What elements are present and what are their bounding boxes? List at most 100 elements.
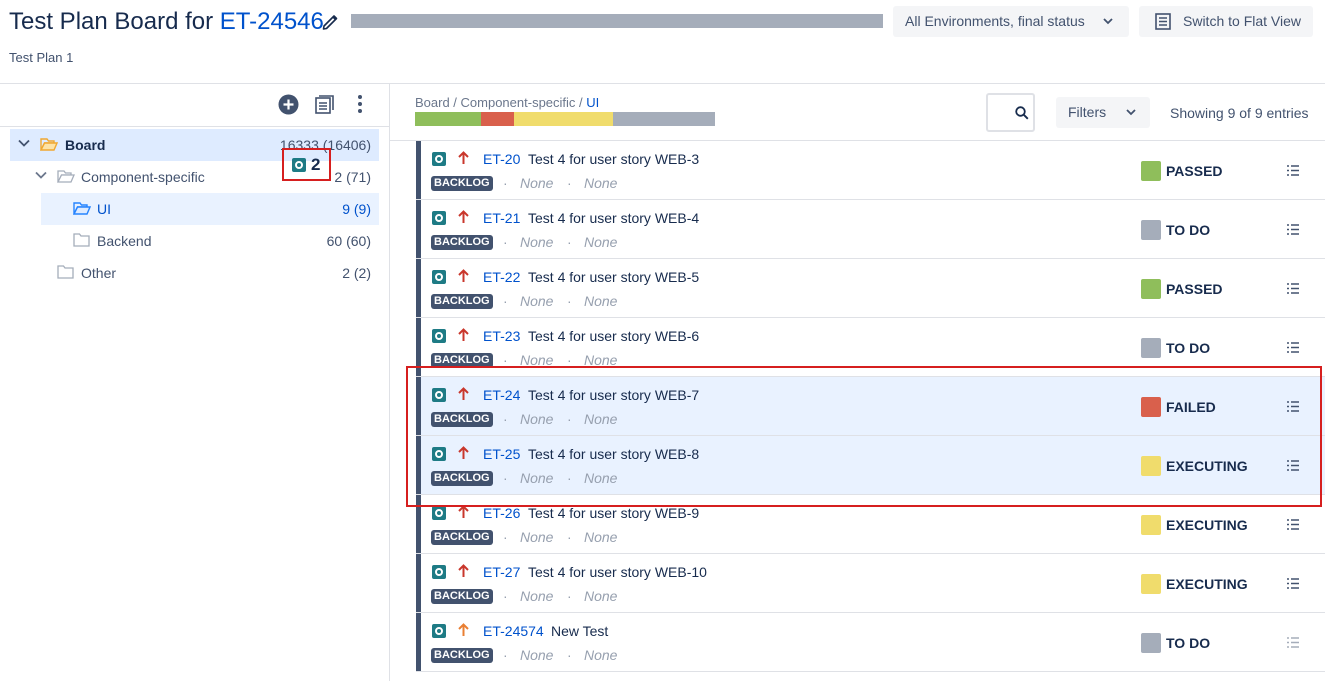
status-label[interactable]: EXECUTING <box>1166 517 1248 533</box>
priority-arrow-icon <box>458 505 469 518</box>
test-type-icon <box>432 506 446 520</box>
test-key-link[interactable]: ET-20 <box>483 151 520 167</box>
title-prefix: Test Plan Board for <box>9 8 220 35</box>
tree-item-ui[interactable]: UI 9 (9) <box>41 193 379 225</box>
test-summary: Test 4 for user story WEB-3 <box>528 151 700 167</box>
switch-flat-view-button[interactable]: Switch to Flat View <box>1139 6 1313 37</box>
field-value: None <box>584 175 618 191</box>
test-plan-key-link[interactable]: ET-24546 <box>220 8 324 35</box>
tree-item-backend[interactable]: Backend 60 (60) <box>41 225 379 257</box>
test-row[interactable]: ET-22 Test 4 for user story WEB-5 BACKLOG ·… <box>416 259 1325 318</box>
filters-label: Filters <box>1068 104 1107 120</box>
tree-item-other[interactable]: Other 2 (2) <box>10 257 379 289</box>
field-value: None <box>584 588 618 604</box>
folder-tree-panel: Board 16333 (16406) Component-specific 2… <box>0 84 390 681</box>
test-type-icon <box>432 270 446 284</box>
test-summary: New Test <box>551 623 609 639</box>
test-row[interactable]: ET-21 Test 4 for user story WEB-4 BACKLOG ·… <box>416 200 1325 259</box>
test-type-icon <box>432 624 446 638</box>
status-label[interactable]: EXECUTING <box>1166 576 1248 592</box>
test-summary: Test 4 for user story WEB-4 <box>528 210 700 226</box>
backlog-badge: BACKLOG <box>431 530 493 545</box>
chevron-down-icon[interactable] <box>35 171 47 180</box>
status-label[interactable]: TO DO <box>1166 635 1210 651</box>
test-row[interactable]: ET-24574 New Test BACKLOG · None · None TO DO <box>416 613 1325 672</box>
search-button[interactable] <box>986 93 1035 132</box>
status-color-square <box>1141 633 1161 653</box>
separator-dot: · <box>567 529 572 545</box>
row-accent-bar <box>416 259 421 317</box>
edit-pencil-icon[interactable] <box>321 11 339 31</box>
field-value: None <box>584 647 618 663</box>
chevron-down-icon[interactable] <box>18 139 30 148</box>
test-summary: Test 4 for user story WEB-10 <box>528 564 707 580</box>
test-plan-name: Test Plan 1 <box>9 50 74 65</box>
test-runs-list-icon[interactable] <box>1287 224 1299 235</box>
breadcrumb-path[interactable]: Board / Component-specific / <box>415 95 586 110</box>
breadcrumb-current[interactable]: UI <box>586 95 599 110</box>
test-key-link[interactable]: ET-21 <box>483 210 520 226</box>
status-label[interactable]: TO DO <box>1166 340 1210 356</box>
test-key-link[interactable]: ET-24574 <box>483 623 544 639</box>
status-color-square <box>1141 279 1161 299</box>
separator-dot: · <box>567 293 572 309</box>
test-runs-list-icon[interactable] <box>1287 578 1299 589</box>
test-runs-list-icon[interactable] <box>1287 165 1299 176</box>
row-accent-bar <box>416 613 421 671</box>
test-runs-list-icon[interactable] <box>1287 283 1299 294</box>
row-accent-bar <box>416 554 421 612</box>
tree-item-label: UI <box>97 201 111 217</box>
field-value: None <box>584 293 618 309</box>
test-runs-list-icon[interactable] <box>1287 637 1299 648</box>
separator-dot: · <box>503 529 508 545</box>
status-label[interactable]: TO DO <box>1166 222 1210 238</box>
status-color-square <box>1141 220 1161 240</box>
test-row[interactable]: ET-27 Test 4 for user story WEB-10 BACKLOG… <box>416 554 1325 613</box>
separator-dot: · <box>503 175 508 191</box>
status-color-square <box>1141 338 1161 358</box>
field-value: None <box>520 175 554 191</box>
separator-dot: · <box>503 588 508 604</box>
drag-preview-count: 2 <box>311 155 321 174</box>
drag-preview-box <box>282 148 331 181</box>
tree-item-count: 2 (71) <box>334 169 371 185</box>
status-color-square <box>1141 515 1161 535</box>
entries-count: Showing 9 of 9 entries <box>1170 105 1309 121</box>
test-runs-list-icon[interactable] <box>1287 342 1299 353</box>
test-type-icon <box>432 152 446 166</box>
test-type-icon <box>432 329 446 343</box>
status-color-square <box>1141 161 1161 181</box>
test-summary: Test 4 for user story WEB-9 <box>528 505 700 521</box>
test-runs-list-icon[interactable] <box>1287 519 1299 530</box>
add-folder-icon[interactable] <box>278 94 299 115</box>
separator-dot: · <box>503 647 508 663</box>
status-label[interactable]: PASSED <box>1166 281 1223 297</box>
backlog-badge: BACKLOG <box>431 235 493 250</box>
test-key-link[interactable]: ET-26 <box>483 505 520 521</box>
more-options-icon[interactable] <box>357 94 363 114</box>
priority-arrow-icon <box>458 210 469 223</box>
page-title: Test Plan Board for ET-24546 <box>9 8 324 36</box>
folder-status-bar <box>415 112 715 126</box>
environment-filter-dropdown[interactable]: All Environments, final status <box>893 6 1129 37</box>
row-accent-bar <box>416 141 421 199</box>
test-key-link[interactable]: ET-27 <box>483 564 520 580</box>
test-row[interactable]: ET-20 Test 4 for user story WEB-3 BACKLOG ·… <box>416 141 1325 200</box>
priority-arrow-icon <box>458 269 469 282</box>
backlog-badge: BACKLOG <box>431 294 493 309</box>
tree-item-label: Backend <box>97 233 152 249</box>
field-value: None <box>520 234 554 250</box>
separator-dot: · <box>567 175 572 191</box>
separator-dot: · <box>567 588 572 604</box>
field-value: None <box>520 647 554 663</box>
status-segment <box>514 112 613 126</box>
status-label[interactable]: PASSED <box>1166 163 1223 179</box>
breadcrumb: Board / Component-specific / UI <box>415 95 599 110</box>
test-type-icon <box>432 211 446 225</box>
filters-dropdown[interactable]: Filters <box>1056 97 1150 128</box>
folder-details-icon[interactable] <box>315 95 334 114</box>
test-key-link[interactable]: ET-22 <box>483 269 520 285</box>
test-key-link[interactable]: ET-23 <box>483 328 520 344</box>
tree-item-count: 2 (2) <box>342 265 371 281</box>
switch-flat-view-label: Switch to Flat View <box>1183 13 1302 29</box>
